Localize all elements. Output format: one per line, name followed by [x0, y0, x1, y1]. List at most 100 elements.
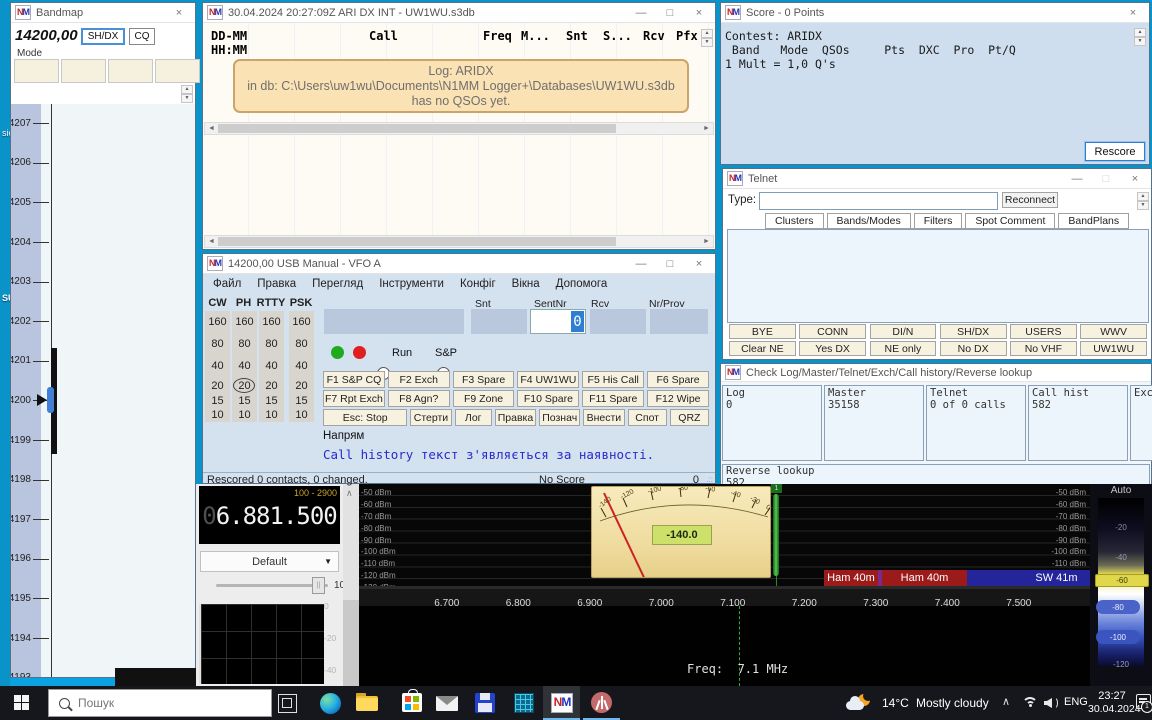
menu-item[interactable]: Перегляд: [312, 278, 363, 290]
sdr-mini-spectrum[interactable]: [199, 604, 324, 684]
menu-item[interactable]: Інструменти: [379, 278, 444, 290]
log-column-header[interactable]: Snt: [566, 29, 588, 43]
snt-field[interactable]: [471, 309, 527, 334]
esc-stop-button[interactable]: Esc: Stop: [323, 409, 407, 426]
band-overlay-ham40m[interactable]: Ham 40m: [824, 570, 878, 586]
edge-browser-icon[interactable]: [320, 693, 341, 714]
sdr-waterfall[interactable]: Freq: 7.1 MHz: [359, 606, 1090, 686]
taskbar-search-box[interactable]: [48, 689, 272, 717]
band-button[interactable]: 20: [289, 377, 314, 394]
band-button[interactable]: 15: [232, 394, 257, 408]
minimize-icon[interactable]: —: [629, 4, 653, 22]
band-button[interactable]: 20: [259, 377, 284, 394]
band-button[interactable]: 40: [259, 355, 284, 377]
fkey-button[interactable]: F4 UW1WU: [517, 371, 579, 388]
telnet-tab[interactable]: Bands/Modes: [827, 213, 911, 228]
shdx-button[interactable]: SH/DX: [81, 28, 125, 45]
mode-box[interactable]: [61, 59, 106, 83]
log-hscrollbar-bottom[interactable]: ◄ ►: [204, 235, 714, 248]
maximize-icon[interactable]: □: [1094, 170, 1118, 188]
sdr-frequency-display[interactable]: 100 - 2900 06.881.500: [199, 486, 340, 544]
fkey-button[interactable]: F6 Spare: [647, 371, 709, 388]
check-pane[interactable]: Log 0: [722, 385, 822, 461]
sp-radio-label[interactable]: S&P: [435, 347, 457, 359]
log-column-header[interactable]: S...: [603, 29, 632, 43]
log-column-header[interactable]: Freq: [483, 29, 512, 43]
n1mm-taskbar-button[interactable]: NM: [543, 686, 580, 720]
band-button[interactable]: 80: [259, 333, 284, 355]
scroll-left-icon[interactable]: ◄: [205, 123, 218, 134]
spinner-up-icon[interactable]: ▲: [1134, 28, 1146, 37]
telnet-filter-button[interactable]: Clear NE: [729, 341, 796, 356]
sdr-frequency-scale[interactable]: 6.7006.8006.9007.0007.1007.2007.3007.400…: [359, 586, 1090, 606]
spreadsheet-app-icon[interactable]: [514, 693, 534, 713]
weather-temperature[interactable]: 14°C: [882, 696, 909, 710]
telnet-titlebar[interactable]: NM Telnet — □ ×: [723, 169, 1151, 189]
mark-button[interactable]: Познач: [539, 409, 580, 426]
telnet-command-button[interactable]: WWV: [1080, 324, 1147, 339]
run-radio-label[interactable]: Run: [392, 347, 412, 359]
maximize-icon[interactable]: □: [658, 4, 682, 22]
cq-button[interactable]: CQ: [129, 28, 155, 45]
maximize-icon[interactable]: □: [658, 255, 682, 273]
reconnect-button[interactable]: Reconnect: [1002, 192, 1058, 208]
telnet-filter-button[interactable]: UW1WU: [1080, 341, 1147, 356]
callsign-field[interactable]: [324, 309, 464, 334]
band-button[interactable]: 40: [205, 355, 230, 377]
scroll-right-icon[interactable]: ►: [700, 236, 713, 247]
tray-clock[interactable]: 23:27 30.04.2024: [1088, 690, 1136, 716]
gain-slider[interactable]: [773, 494, 779, 576]
telnet-type-input[interactable]: [759, 192, 998, 210]
band-button[interactable]: 160: [232, 311, 257, 333]
close-icon[interactable]: ×: [687, 4, 711, 22]
band-button[interactable]: 15: [259, 394, 284, 408]
sentnr-field[interactable]: 0: [530, 309, 586, 334]
menu-item[interactable]: Вікна: [512, 278, 540, 290]
telnet-tab[interactable]: Filters: [914, 213, 963, 228]
check-pane[interactable]: Call hist 582: [1028, 385, 1128, 461]
log-spinner[interactable]: ▲ ▼: [701, 29, 713, 47]
band-column-cw[interactable]: 1608040201510: [205, 311, 230, 422]
band-overlay-ham40m[interactable]: Ham 40m: [882, 570, 967, 586]
band-button[interactable]: 20: [232, 377, 257, 394]
telnet-filter-button[interactable]: No DX: [940, 341, 1007, 356]
log-column-header[interactable]: Pfx: [676, 29, 698, 43]
telnet-spinner[interactable]: ▲ ▼: [1137, 192, 1149, 210]
bandmap-spinner[interactable]: ▲ ▼: [181, 85, 193, 103]
telnet-tab[interactable]: Spot Comment: [965, 213, 1055, 228]
sdr-slider-handle[interactable]: ||: [312, 577, 325, 594]
spinner-down-icon[interactable]: ▼: [181, 94, 193, 103]
scroll-right-icon[interactable]: ►: [700, 123, 713, 134]
band-button[interactable]: 40: [289, 355, 314, 377]
band-button[interactable]: 10: [259, 408, 284, 422]
collapse-panel-icon[interactable]: ∧: [346, 488, 353, 499]
log-hscrollbar-top[interactable]: ◄ ►: [204, 122, 714, 135]
telnet-command-button[interactable]: USERS: [1010, 324, 1077, 339]
telnet-command-button[interactable]: SH/DX: [940, 324, 1007, 339]
band-column-ph[interactable]: 1608040201510: [232, 311, 257, 422]
check-pane[interactable]: Telnet 0 of 0 calls: [926, 385, 1026, 461]
log-column-header[interactable]: Call: [369, 29, 398, 43]
log-button[interactable]: Лог: [455, 409, 492, 426]
mode-box[interactable]: [14, 59, 59, 83]
spinner-down-icon[interactable]: ▼: [701, 38, 713, 47]
spinner-down-icon[interactable]: ▼: [1134, 37, 1146, 46]
menu-item[interactable]: Правка: [257, 278, 296, 290]
file-explorer-icon[interactable]: [356, 696, 378, 711]
language-indicator[interactable]: ENG: [1064, 696, 1088, 708]
mode-box[interactable]: [108, 59, 153, 83]
bandmap-titlebar[interactable]: NM Bandmap ×: [11, 3, 195, 23]
edit-button[interactable]: Правка: [495, 409, 536, 426]
minimize-icon[interactable]: —: [1065, 170, 1089, 188]
sdr-taskbar-button[interactable]: [583, 686, 620, 720]
volume-icon[interactable]: [1044, 696, 1059, 710]
band-button[interactable]: 15: [205, 394, 230, 408]
search-input[interactable]: [76, 695, 230, 711]
legend-auto-label[interactable]: Auto: [1090, 485, 1152, 496]
band-column-rtty[interactable]: 1608040201510: [259, 311, 284, 422]
fkey-button[interactable]: F10 Spare: [517, 390, 579, 407]
log-column-header[interactable]: DD-MM HH:MM: [211, 29, 247, 57]
telnet-output-pane[interactable]: [727, 229, 1149, 323]
fkey-button[interactable]: F9 Zone: [453, 390, 515, 407]
log-column-header[interactable]: M...: [521, 29, 550, 43]
